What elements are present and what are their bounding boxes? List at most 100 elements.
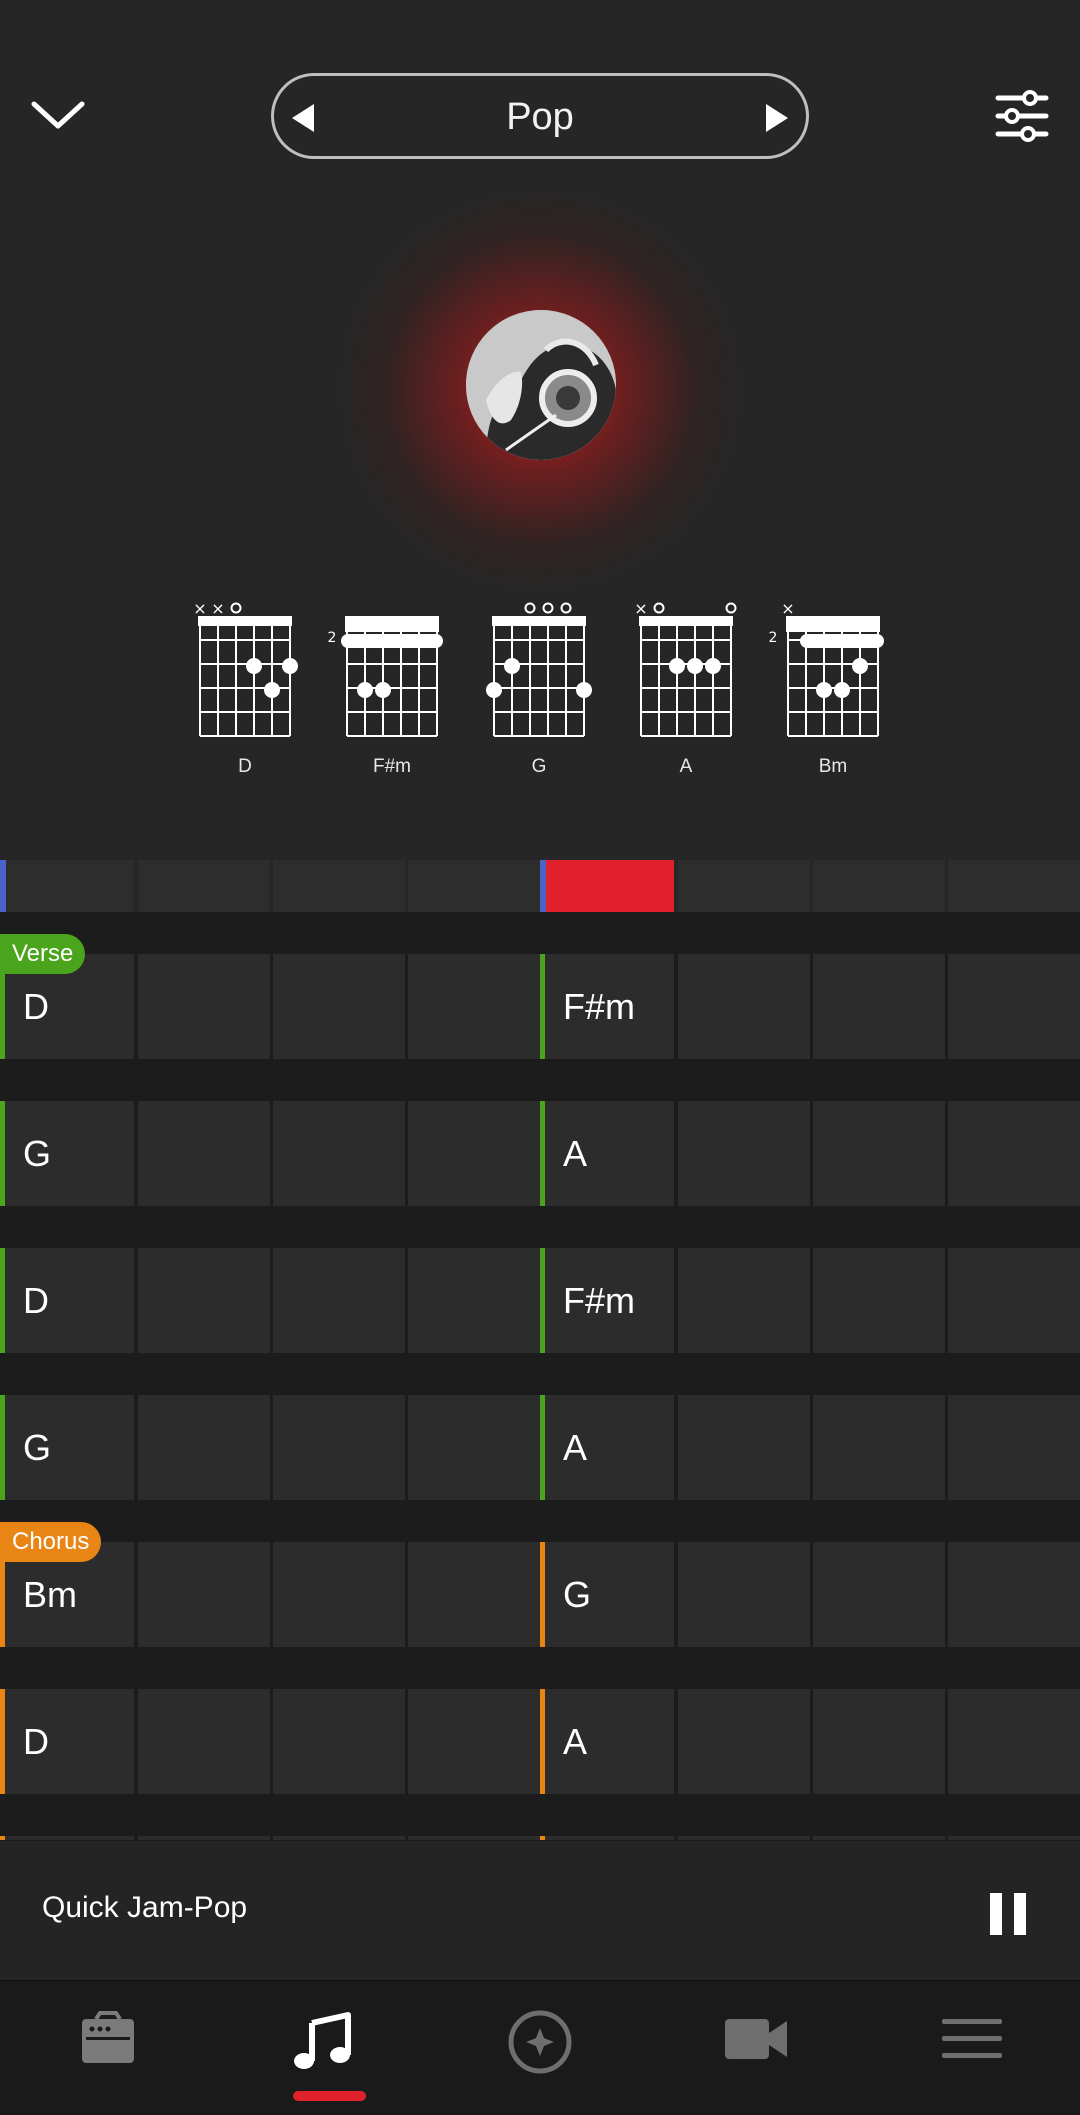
previous-genre-button[interactable] [284,98,324,138]
collapse-button[interactable] [28,90,88,140]
chord-cell[interactable] [948,1248,1080,1353]
settings-button[interactable] [992,88,1052,144]
active-tab-indicator [293,2091,366,2101]
chord-cell[interactable] [948,1395,1080,1500]
chord-cell[interactable] [678,1101,810,1206]
chord-diagram[interactable]: × 2 Bm [768,596,898,786]
chord-diagram[interactable]: G [474,596,604,786]
chord-cell[interactable]: A [540,1101,674,1206]
chord-cell[interactable] [273,1689,405,1794]
timeline-cell-active [540,860,674,912]
next-genre-button[interactable] [756,98,796,138]
chord-cell[interactable] [813,1689,945,1794]
chord-cell[interactable] [273,954,405,1059]
chord-cell[interactable] [408,954,540,1059]
chord-cell[interactable] [138,1542,270,1647]
chord-cell[interactable] [813,954,945,1059]
timeline-cell [678,860,810,912]
chord-cell[interactable]: G [540,1542,674,1647]
chord-cell[interactable] [678,1248,810,1353]
svg-text:×: × [211,599,224,618]
chord-fingering-fsharp-minor: 2 [328,616,443,737]
chord-diagram[interactable]: × A [621,596,751,786]
chord-cell[interactable] [408,1542,540,1647]
section-tag-verse[interactable]: Verse [0,934,86,974]
timeline-cell [0,860,134,912]
chord-cell[interactable] [678,1689,810,1794]
chord-diagrams: × × D 2 F#m G × A × 2 Bm [0,596,1080,786]
chord-cell[interactable] [138,1689,270,1794]
chord-fingering-b-minor: × 2 [769,599,884,737]
chord-cell[interactable] [813,1395,945,1500]
triangle-right-icon [766,104,788,132]
video-camera-icon [725,2019,787,2059]
chord-cell[interactable] [138,1101,270,1206]
chord-diagram[interactable]: × × D [180,596,310,786]
nav-tab-amp[interactable] [0,1981,216,2115]
chord-cell-label: A [563,1427,588,1468]
chord-cell[interactable] [408,1248,540,1353]
chord-cell[interactable]: D [0,1689,134,1794]
sliders-icon [995,90,1049,142]
chord-cell[interactable] [678,954,810,1059]
chord-name: G [531,756,547,777]
chord-cell[interactable] [138,954,270,1059]
nav-tab-music[interactable] [216,1981,432,2115]
chord-cell[interactable]: A [540,1689,674,1794]
chord-cell[interactable] [948,1542,1080,1647]
chord-cell[interactable] [813,1542,945,1647]
chord-cell[interactable] [948,1689,1080,1794]
beat-timeline[interactable] [0,860,1080,912]
chord-cell-label: Bm [23,1574,77,1615]
chord-cell-label: F#m [563,986,635,1027]
chord-cell-label: A [563,1721,588,1762]
chord-cell[interactable] [138,1395,270,1500]
grid-row: D F#m [0,954,1080,1059]
chord-cell[interactable] [273,1542,405,1647]
music-note-icon [294,2012,351,2069]
chord-cell[interactable]: G [0,1395,134,1500]
chord-cell[interactable] [273,1101,405,1206]
chord-cell[interactable]: A [540,1395,674,1500]
nav-tab-menu[interactable] [864,1981,1080,2115]
chord-cell[interactable] [678,1542,810,1647]
chord-cell[interactable] [813,1101,945,1206]
chord-cell[interactable]: D [0,1248,134,1353]
chord-cell[interactable] [813,1248,945,1353]
grid-row: D A [0,1689,1080,1794]
chord-cell-label: D [23,1280,49,1321]
now-playing-title: Quick Jam-Pop [42,1891,248,1924]
compass-icon [508,2010,572,2074]
timeline-cell [813,860,945,912]
svg-text:×: × [193,599,206,618]
chord-cell[interactable] [948,954,1080,1059]
chevron-down-icon [31,101,85,129]
chord-cell[interactable]: G [0,1101,134,1206]
chord-cell[interactable]: F#m [540,954,674,1059]
grid-row: G A [0,1101,1080,1206]
chord-cell[interactable] [408,1689,540,1794]
nav-tab-video[interactable] [648,1981,864,2115]
chord-cell[interactable] [273,1248,405,1353]
mini-player[interactable]: Quick Jam-Pop [0,1840,1080,1980]
chord-cell[interactable] [408,1395,540,1500]
chord-cell[interactable]: F#m [540,1248,674,1353]
genre-selector: Pop [271,73,809,159]
chord-cell[interactable] [273,1395,405,1500]
triangle-left-icon [292,104,314,132]
pause-button[interactable] [990,1893,1030,1935]
chord-cell-label: A [563,1133,588,1174]
nav-tab-discover[interactable] [432,1981,648,2115]
pause-icon-bar [1014,1893,1026,1935]
chord-cell[interactable] [408,1101,540,1206]
chord-cell[interactable] [948,1101,1080,1206]
section-tag-chorus[interactable]: Chorus [0,1522,102,1562]
chord-cell[interactable] [678,1395,810,1500]
chord-cell-label: D [23,986,49,1027]
chord-cell-label: G [23,1427,52,1468]
menu-icon [942,2019,1002,2058]
playhead-marker[interactable] [540,860,546,912]
chord-name: A [679,756,693,777]
chord-diagram[interactable]: 2 F#m [327,596,457,786]
chord-cell[interactable] [138,1248,270,1353]
